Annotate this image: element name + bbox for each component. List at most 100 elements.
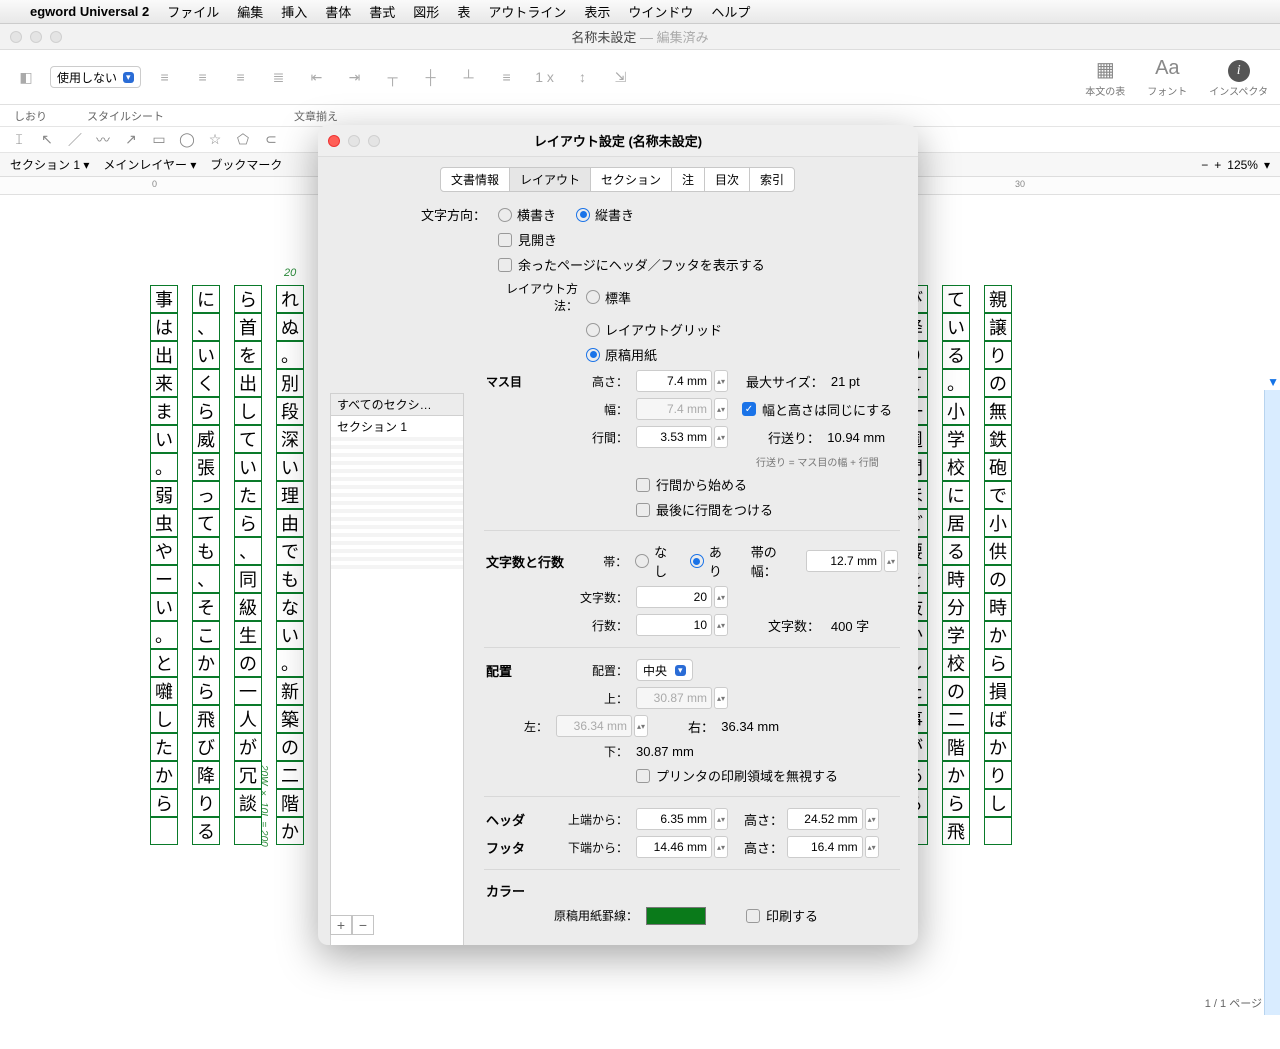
radio-horizontal[interactable] (498, 208, 512, 222)
checkbox-spread[interactable] (498, 233, 512, 247)
char-count-input[interactable] (636, 586, 712, 608)
tab-section[interactable]: セクション (590, 167, 672, 192)
grid-height-label: 高さ： (536, 373, 636, 390)
radio-vertical[interactable] (576, 208, 590, 222)
line-icon[interactable]: ／ (66, 130, 84, 150)
line-spacing-input[interactable] (636, 426, 712, 448)
radio-standard[interactable] (586, 290, 600, 304)
checkbox-start-line[interactable] (636, 478, 650, 492)
header-height-stepper[interactable]: ▴▾ (865, 808, 879, 830)
polygon-icon[interactable]: ⬠ (234, 131, 252, 148)
total-chars-value: 400 字 (831, 616, 869, 635)
app-menu[interactable]: egword Universal 2 (30, 4, 149, 19)
align-center-icon[interactable]: ≡ (189, 63, 217, 91)
tab-toc[interactable]: 目次 (704, 167, 750, 192)
line-spacing-stepper[interactable]: ▴▾ (714, 426, 728, 448)
line-count-stepper[interactable]: ▴▾ (714, 614, 728, 636)
radio-layoutgrid[interactable] (586, 323, 600, 337)
text-tool-icon[interactable]: 𝙸 (10, 131, 28, 148)
checkbox-ignore-printer[interactable] (636, 769, 650, 783)
menu-file[interactable]: ファイル (167, 2, 219, 21)
dialog-close-icon[interactable] (328, 135, 340, 147)
valign-top-icon[interactable]: ┬ (379, 63, 407, 91)
zoom-out-icon[interactable]: − (1201, 158, 1208, 172)
checkbox-extra-hf[interactable] (498, 258, 512, 272)
sidebar-toggle-icon[interactable]: ◧ (12, 63, 40, 91)
zoom-icon[interactable] (50, 31, 62, 43)
dialog-min-icon[interactable] (348, 135, 360, 147)
menu-insert[interactable]: 挿入 (281, 2, 307, 21)
footer-height-input[interactable] (787, 836, 863, 858)
tab-index[interactable]: 索引 (749, 167, 795, 192)
align-justify-icon[interactable]: ≣ (265, 63, 293, 91)
callout-icon[interactable]: ⊂ (262, 131, 280, 148)
layer-select[interactable]: メインレイヤー ▾ (103, 156, 196, 173)
grid-color-swatch[interactable] (646, 907, 706, 925)
menu-help[interactable]: ヘルプ (711, 2, 750, 21)
spacing-dec-icon[interactable]: ⇲ (607, 63, 635, 91)
menu-format[interactable]: 書式 (369, 2, 395, 21)
radio-manuscript[interactable] (586, 348, 600, 362)
pointer-icon[interactable]: ↖ (38, 131, 56, 148)
menu-window[interactable]: ウインドウ (628, 2, 693, 21)
close-icon[interactable] (10, 31, 22, 43)
checkbox-end-line-label: 最後に行間をつける (656, 500, 773, 519)
indent-dec-icon[interactable]: ⇤ (303, 63, 331, 91)
lines-icon[interactable]: ≡ (493, 63, 521, 91)
checkbox-print-grid[interactable] (746, 909, 760, 923)
sections-list-item[interactable]: セクション 1 (331, 416, 463, 437)
footer-from-input[interactable] (636, 836, 712, 858)
footer-from-stepper[interactable]: ▴▾ (714, 836, 728, 858)
menu-table[interactable]: 表 (457, 2, 470, 21)
oval-icon[interactable]: ◯ (178, 131, 196, 148)
add-section-button[interactable]: + (330, 915, 352, 935)
menu-outline[interactable]: アウトライン (488, 2, 566, 21)
align-left-icon[interactable]: ≡ (151, 63, 179, 91)
menu-view[interactable]: 表示 (584, 2, 610, 21)
obi-width-input[interactable] (806, 550, 882, 572)
section-select[interactable]: セクション 1 ▾ (10, 156, 89, 173)
grid-height-input[interactable] (636, 370, 712, 392)
placement-select[interactable]: 中央▾ (636, 659, 693, 681)
bookmark-select[interactable]: ブックマーク (210, 156, 282, 173)
menu-font[interactable]: 書体 (325, 2, 351, 21)
radio-obi-none[interactable] (635, 554, 649, 568)
grid-height-stepper[interactable]: ▴▾ (714, 370, 728, 392)
menu-shape[interactable]: 図形 (413, 2, 439, 21)
rect-icon[interactable]: ▭ (150, 131, 168, 148)
align-right-icon[interactable]: ≡ (227, 63, 255, 91)
tab-docinfo[interactable]: 文書情報 (440, 167, 510, 192)
header-from-input[interactable] (636, 808, 712, 830)
checkbox-end-line[interactable] (636, 503, 650, 517)
arrow-icon[interactable]: ↗ (122, 131, 140, 148)
table-button[interactable]: ▦本文の表 (1085, 57, 1125, 98)
menu-edit[interactable]: 編集 (237, 2, 263, 21)
star-icon[interactable]: ☆ (206, 131, 224, 148)
inspector-button[interactable]: iインスペクタ (1209, 57, 1268, 98)
line-spacing-label: 行間： (536, 429, 636, 446)
zoom-chevron-icon[interactable]: ▾ (1264, 158, 1270, 172)
zoom-in-icon[interactable]: + (1214, 158, 1221, 172)
spacing-inc-icon[interactable]: ↕ (569, 63, 597, 91)
footer-height-stepper[interactable]: ▴▾ (865, 836, 879, 858)
valign-bot-icon[interactable]: ┴ (455, 63, 483, 91)
line-count-input[interactable] (636, 614, 712, 636)
char-count-stepper[interactable]: ▴▾ (714, 586, 728, 608)
zoom-value[interactable]: 125% (1227, 158, 1258, 172)
polyline-icon[interactable]: 〰 (94, 130, 112, 150)
font-button[interactable]: Aaフォント (1147, 57, 1187, 98)
indent-inc-icon[interactable]: ⇥ (341, 63, 369, 91)
valign-mid-icon[interactable]: ┼ (417, 63, 445, 91)
radio-obi-yes[interactable] (690, 554, 704, 568)
minimize-icon[interactable] (30, 31, 42, 43)
header-from-stepper[interactable]: ▴▾ (714, 808, 728, 830)
tab-layout[interactable]: レイアウト (509, 167, 591, 192)
dialog-zoom-icon[interactable] (368, 135, 380, 147)
sections-list[interactable]: すべてのセクシ… セクション 1 (330, 393, 464, 945)
tab-note[interactable]: 注 (671, 167, 705, 192)
header-height-input[interactable] (787, 808, 863, 830)
checkbox-same-wh[interactable]: ✓ (742, 402, 756, 416)
remove-section-button[interactable]: − (352, 915, 374, 935)
style-select[interactable]: 使用しない▾ (50, 66, 141, 88)
obi-width-stepper[interactable]: ▴▾ (884, 550, 898, 572)
